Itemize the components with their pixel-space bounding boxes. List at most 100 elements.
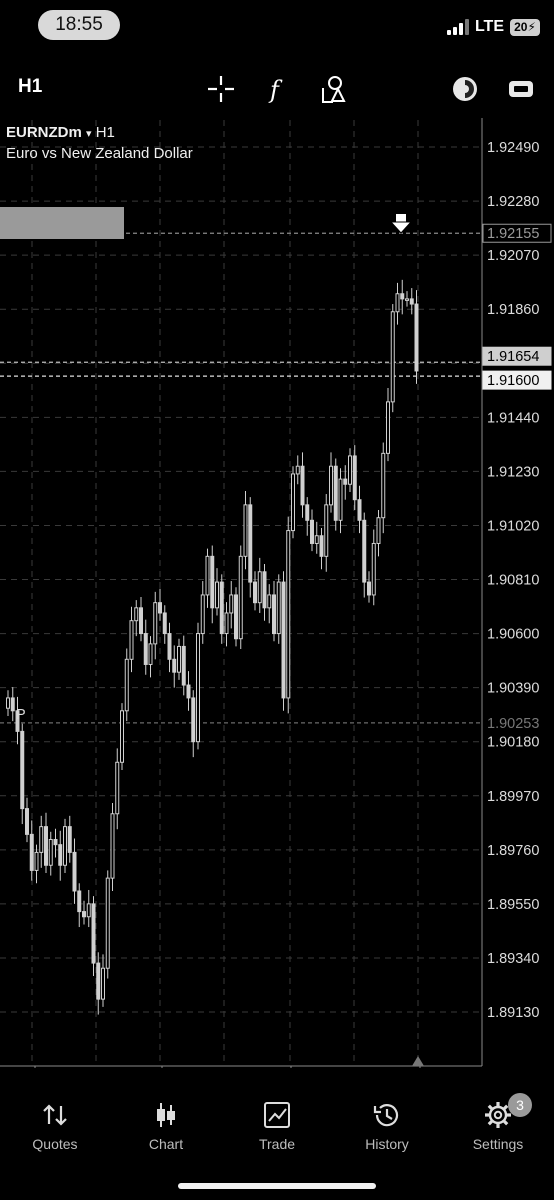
price-label: 1.89970 — [487, 789, 539, 805]
candle-body — [181, 645, 186, 686]
candle-body — [20, 730, 25, 810]
trade-panel-icon[interactable] — [506, 74, 536, 104]
candle — [357, 485, 362, 534]
candle-body — [86, 903, 91, 918]
candle — [329, 452, 333, 513]
candle — [205, 548, 210, 608]
candle-body — [34, 851, 39, 871]
candle — [262, 564, 267, 621]
candle — [215, 568, 219, 616]
chevron-down-icon: ▾ — [86, 128, 92, 140]
candle — [367, 571, 371, 603]
nav-history[interactable]: History — [332, 1090, 442, 1170]
nav-label-chart: Chart — [148, 1136, 184, 1152]
nav-label-history: History — [365, 1136, 409, 1152]
candle-body — [386, 401, 390, 454]
price-level-lines — [0, 232, 482, 724]
candle — [86, 889, 91, 928]
nav-label-quotes: Quotes — [32, 1136, 78, 1152]
candle-body — [362, 519, 367, 583]
candle-body — [82, 911, 86, 918]
nav-chart[interactable]: Chart — [111, 1090, 221, 1170]
candle-body — [319, 535, 324, 557]
symbol-name: EURNZDm — [6, 124, 82, 141]
candle — [139, 597, 143, 642]
lower-price-marker-text: 1.90253 — [487, 716, 539, 732]
battery-level: 20 — [514, 19, 528, 34]
candle-body — [381, 452, 386, 519]
price-label: 1.91440 — [487, 410, 539, 426]
candle — [295, 455, 300, 485]
candle-body — [400, 293, 405, 300]
indicators-icon[interactable]: f — [262, 74, 292, 104]
status-indicators: LTE 20⚡ — [446, 16, 540, 38]
candle-body — [29, 833, 34, 871]
price-label: 1.90390 — [487, 681, 539, 697]
candle-body — [72, 851, 77, 892]
candle — [386, 387, 390, 462]
candle-body — [371, 542, 376, 596]
chart-icon — [157, 1103, 175, 1127]
candle — [6, 690, 10, 716]
timeframe-button[interactable]: H1 — [18, 76, 42, 98]
candle — [91, 896, 96, 976]
history-icon — [373, 1104, 399, 1127]
candle-body — [200, 594, 205, 635]
objects-icon[interactable] — [318, 74, 348, 104]
candle-body — [6, 697, 10, 709]
candle — [105, 870, 110, 979]
candle-body — [177, 645, 181, 673]
candle — [124, 648, 129, 722]
candle — [177, 638, 181, 680]
candle-body — [291, 473, 295, 532]
symbol-label[interactable]: EURNZDm ▾ H1 — [6, 124, 115, 141]
candle-body — [139, 607, 143, 635]
candle — [210, 545, 215, 624]
candle-body — [324, 504, 329, 557]
nav-settings[interactable]: Settings — [443, 1090, 553, 1170]
candle-body — [305, 504, 310, 521]
nav-trade[interactable]: Trade — [222, 1090, 332, 1170]
candle-body — [143, 633, 148, 665]
candle-body — [348, 455, 352, 485]
candle — [362, 512, 367, 598]
price-label: 1.91230 — [487, 464, 539, 480]
candle-body — [310, 519, 314, 544]
candle — [120, 703, 124, 771]
one-click-trading-icon[interactable] — [450, 74, 480, 104]
nav-quotes[interactable]: Quotes — [0, 1090, 110, 1170]
candle — [29, 820, 34, 881]
candle-body — [272, 594, 276, 635]
candle-body — [129, 620, 134, 660]
candle-body — [148, 643, 153, 665]
candle-body — [120, 710, 124, 763]
candle-body — [376, 517, 381, 544]
candle-body — [63, 826, 67, 866]
candle — [172, 645, 177, 688]
price-label: 1.92070 — [487, 248, 539, 264]
price-chart[interactable]: 1.92490 1.92280 1.92070 1.91860 1.91440 1.912… — [0, 118, 554, 1068]
candle — [281, 571, 286, 711]
alert-arrow-icon — [389, 214, 413, 234]
candle-body — [343, 478, 348, 485]
candle-body — [48, 839, 53, 866]
candle — [158, 588, 162, 621]
candle-body — [196, 633, 200, 743]
candle-body — [158, 602, 162, 614]
candle-body — [367, 581, 371, 596]
candle — [395, 282, 400, 325]
candle-body — [44, 826, 48, 866]
price-label: 1.90810 — [487, 573, 539, 589]
candle — [310, 509, 314, 552]
candle — [414, 290, 419, 384]
candle-body — [234, 594, 238, 640]
candle — [10, 687, 15, 722]
candle — [72, 838, 77, 904]
crosshair-icon[interactable] — [206, 74, 236, 104]
bid-price-marker: 1.91654 — [482, 346, 552, 366]
candle — [143, 619, 148, 675]
candle — [243, 490, 248, 570]
signal-icon — [446, 19, 469, 35]
price-label: 1.92280 — [487, 194, 539, 210]
candle-body — [414, 303, 419, 372]
